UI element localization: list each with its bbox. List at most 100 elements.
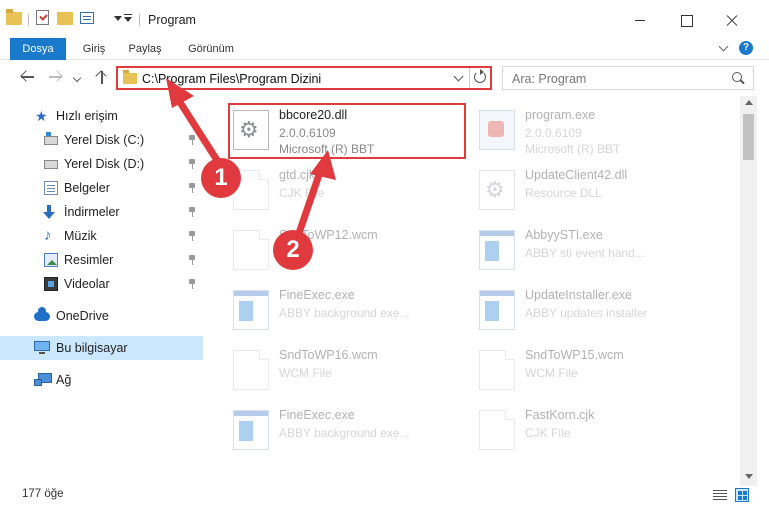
file-item[interactable]: FineExec.exe ABBY background exe... (229, 282, 469, 338)
vertical-scrollbar[interactable] (740, 96, 757, 486)
app-icon (233, 410, 269, 450)
sidebar-item-local-disk-c[interactable]: Yerel Disk (C:) (0, 128, 203, 152)
help-icon[interactable]: ? (739, 41, 753, 55)
step-1-badge: 1 (201, 158, 241, 198)
tab-share[interactable]: Paylaş (122, 38, 168, 60)
item-count: 177 öğe (22, 488, 64, 500)
sidebar-item-pictures[interactable]: Resimler (0, 248, 203, 272)
pin-icon[interactable] (188, 207, 196, 217)
file-icon (479, 350, 515, 390)
properties-check-icon[interactable] (36, 10, 49, 25)
sidebar-item-downloads[interactable]: İndirmeler (0, 200, 203, 224)
computer-icon (34, 341, 50, 354)
tab-file[interactable]: Dosya (10, 38, 66, 60)
sidebar-item-label: OneDrive (56, 309, 109, 323)
file-item[interactable]: FineExec.exe ABBY background exe... (229, 402, 469, 458)
sidebar-item-onedrive[interactable]: OneDrive (0, 304, 203, 328)
scroll-down-icon[interactable] (745, 474, 753, 479)
app-icon (479, 230, 515, 270)
app-icon (233, 290, 269, 330)
star-icon: ★ (35, 108, 48, 124)
scroll-thumb[interactable] (743, 114, 754, 160)
customize-toolbar-icon[interactable] (124, 14, 132, 22)
file-item[interactable]: UpdateInstaller.exe ABBY updates install… (475, 282, 715, 338)
file-type: CJK File (279, 186, 325, 200)
file-version: 2.0.0.6109 (525, 126, 582, 140)
maximize-button[interactable] (666, 8, 706, 32)
file-name: FineExec.exe (279, 288, 355, 302)
address-path[interactable]: C:\Program Files\Program Dizini (142, 72, 321, 86)
sidebar-item-label: Hızlı erişim (56, 109, 118, 123)
documents-icon (44, 181, 58, 195)
file-name: FineExec.exe (279, 408, 355, 422)
sidebar-item-network[interactable]: Ağ (0, 368, 203, 392)
file-name: UpdateInstaller.exe (525, 288, 633, 302)
new-folder-icon[interactable] (57, 12, 73, 25)
pin-icon[interactable] (188, 231, 196, 241)
up-button[interactable] (94, 69, 110, 85)
recent-locations-button[interactable] (72, 73, 82, 83)
file-icon (233, 230, 269, 270)
file-icon (479, 410, 515, 450)
file-item[interactable]: SndToWP15.wcm WCM File (475, 342, 715, 398)
search-input[interactable]: Ara: Program (502, 66, 754, 90)
sidebar-item-videos[interactable]: Videolar (0, 272, 203, 296)
exe-icon (479, 110, 515, 150)
chevron-down-icon[interactable] (114, 16, 122, 21)
sidebar-item-local-disk-d[interactable]: Yerel Disk (D:) (0, 152, 203, 176)
pictures-icon (44, 253, 58, 267)
back-button[interactable] (20, 69, 36, 85)
sidebar-item-label: Yerel Disk (D:) (64, 157, 145, 171)
file-name: program.exe (525, 108, 596, 122)
minimize-button[interactable] (620, 8, 660, 32)
file-item[interactable]: AbbyySTI.exe ABBY sti event hand... (475, 222, 715, 278)
tab-home[interactable]: Giriş (76, 38, 112, 60)
sidebar-item-quick-access[interactable]: ★ Hızlı erişim (0, 104, 203, 128)
close-button[interactable] (712, 8, 752, 32)
navigation-bar: C:\Program Files\Program Dizini Ara: Pro… (0, 61, 769, 95)
file-item[interactable]: UpdateClient42.dll Resource DLL (475, 162, 715, 218)
file-item[interactable]: SndToWP12.wcm (229, 222, 469, 278)
pin-icon[interactable] (188, 183, 196, 193)
expand-ribbon-icon[interactable] (718, 42, 728, 52)
properties-icon[interactable] (80, 12, 94, 24)
highlight-box (228, 103, 466, 159)
file-name: SndToWP15.wcm (525, 348, 624, 362)
videos-icon (44, 277, 58, 291)
network-icon (34, 373, 52, 386)
file-item[interactable]: gtd.cjk CJK File (229, 162, 469, 218)
tab-view[interactable]: Görünüm (180, 38, 242, 60)
chevron-down-icon[interactable] (453, 71, 464, 82)
step-2-badge: 2 (273, 230, 313, 270)
file-item[interactable]: SndToWP16.wcm WCM File (229, 342, 469, 398)
cloud-icon (34, 307, 50, 321)
pin-icon[interactable] (188, 279, 196, 289)
forward-button[interactable] (48, 69, 64, 85)
search-icon[interactable] (732, 72, 742, 82)
sidebar-item-label: Resimler (64, 253, 114, 267)
file-item[interactable]: FastKorn.cjk CJK File (475, 402, 715, 458)
sidebar-item-label: Yerel Disk (C:) (64, 133, 145, 147)
file-name: SndToWP16.wcm (279, 348, 378, 362)
sidebar-item-documents[interactable]: Belgeler (0, 176, 203, 200)
file-name: gtd.cjk (279, 168, 316, 182)
large-icons-view-icon[interactable] (735, 488, 749, 502)
scroll-up-icon[interactable] (745, 100, 753, 105)
file-item[interactable]: program.exe 2.0.0.6109 Microsoft (R) BBT (475, 102, 715, 158)
pin-icon[interactable] (188, 255, 196, 265)
music-icon: ♪ (44, 227, 52, 244)
file-type: WCM File (525, 366, 578, 380)
pin-icon[interactable] (188, 135, 196, 145)
pin-icon[interactable] (188, 159, 196, 169)
details-view-icon[interactable] (713, 489, 727, 501)
refresh-icon[interactable] (474, 69, 486, 83)
address-bar[interactable]: C:\Program Files\Program Dizini (116, 66, 492, 90)
sidebar-item-label: Müzik (64, 229, 97, 243)
ribbon-tabs: Dosya Giriş Paylaş Görünüm ? (0, 38, 769, 60)
sidebar-item-label: Videolar (64, 277, 110, 291)
file-description: ABBY background exe... (279, 426, 410, 440)
sidebar-item-this-pc[interactable]: Bu bilgisayar (0, 336, 203, 360)
file-type: CJK File (525, 426, 571, 440)
sidebar-item-music[interactable]: ♪ Müzik (0, 224, 203, 248)
sidebar-item-label: Ağ (56, 373, 72, 387)
